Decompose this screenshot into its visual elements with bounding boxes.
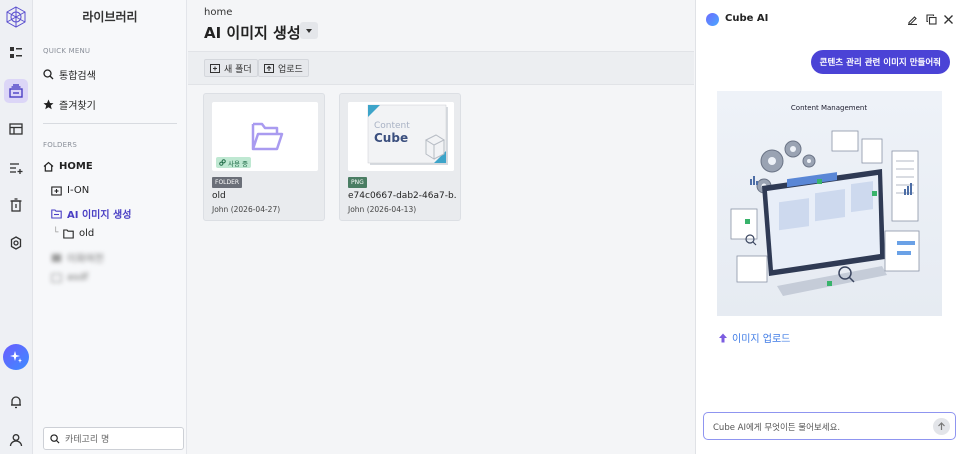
edit-icon[interactable] [906, 13, 919, 26]
folders-label: FOLDERS [43, 141, 77, 149]
image-thumbnail: Content Cube [348, 102, 454, 171]
card-owner: John [348, 205, 365, 214]
folder-icon [51, 273, 62, 282]
search-icon [43, 69, 54, 80]
page-title: AI 이미지 생성 [204, 24, 301, 42]
caret-down-icon [306, 28, 312, 33]
folder-icon [51, 253, 62, 262]
folder-icon [63, 228, 74, 239]
sidebar-folder-old[interactable]: old [63, 228, 94, 239]
folder-open-icon [51, 208, 62, 219]
sidebar-item-label: old [79, 228, 95, 239]
content-cube-thumbnail: Content Cube [348, 102, 454, 171]
tree-branch-line: └ [53, 228, 59, 238]
playlist-add-icon[interactable] [4, 156, 28, 180]
new-folder-button[interactable]: 새 폴더 [204, 59, 258, 77]
user-message: 콘텐츠 관리 관련 이미지 만들어줘 [810, 50, 950, 74]
arrow-up-icon [938, 422, 945, 430]
card-owner: John [212, 205, 229, 214]
cube-ai-panel: Cube AI 콘텐츠 관리 관련 이미지 만들어줘 Content Manag… [695, 0, 966, 454]
sidebar-item-label: 이화여전 [67, 254, 104, 265]
ai-sparkle-icon[interactable] [3, 344, 29, 370]
bell-icon[interactable] [4, 390, 28, 414]
send-button[interactable] [933, 418, 950, 435]
sidebar-divider [43, 123, 177, 124]
table-icon[interactable] [4, 117, 28, 141]
sidebar-item-label: 통합검색 [59, 71, 96, 82]
folder-icon [51, 185, 62, 196]
search-placeholder: 카테고리 명 [65, 435, 110, 445]
sidebar-item-favorites[interactable]: 즐겨찾기 [43, 97, 96, 112]
list-menu-icon[interactable] [4, 41, 28, 65]
card-meta: John (2026-04-27) [212, 205, 280, 214]
card-name: old [212, 191, 226, 201]
card-name: e74c0667-dab2-46a7-b… [348, 191, 456, 201]
library-icon[interactable] [4, 79, 28, 103]
card-date: (2026-04-27) [230, 205, 281, 214]
sidebar-item-label: AI 이미지 생성 [67, 210, 132, 221]
copy-icon[interactable] [925, 13, 938, 26]
sidebar-item-label: asdf [67, 272, 89, 283]
sidebar-item-label: 즐겨찾기 [59, 101, 96, 112]
svg-text:Cube: Cube [374, 131, 408, 145]
logo-icon [3, 4, 29, 30]
generated-image[interactable]: Content Management [717, 91, 942, 316]
svg-text:Content: Content [374, 121, 410, 131]
cube-ai-logo-icon [706, 13, 719, 26]
upload-image-icon [719, 333, 727, 342]
close-icon[interactable] [942, 13, 955, 26]
folder-thumbnail: 사용 중 [212, 102, 318, 171]
image-card[interactable]: Content Cube PNG e74c0667-dab2-46a7-b… J… [339, 93, 461, 221]
upload-link-label: 이미지 업로드 [732, 334, 791, 345]
sidebar-item-label: I-ON [67, 185, 90, 196]
type-badge: FOLDER [212, 177, 243, 188]
quick-menu-label: QUICK MENU [43, 47, 91, 55]
sidebar-folder-ion[interactable]: I-ON [51, 185, 89, 196]
chat-header: Cube AI [696, 0, 966, 38]
sidebar-item-home[interactable]: HOME [43, 161, 93, 172]
content-management-illustration: Content Management [730, 104, 920, 296]
title-dropdown-button[interactable] [300, 22, 318, 39]
chat-input-placeholder: Cube AI에게 무엇이든 물어보세요. [713, 423, 841, 433]
sidebar-item-label: HOME [59, 161, 93, 172]
sidebar-item-search[interactable]: 통합검색 [43, 67, 96, 82]
upload-icon [264, 63, 274, 73]
sidebar-folder-blurred-2[interactable]: asdf [51, 272, 88, 283]
category-search-input[interactable]: 카테고리 명 [43, 427, 184, 450]
link-icon [219, 159, 226, 166]
card-date: (2026-04-13) [366, 205, 417, 214]
chat-title: Cube AI [725, 13, 769, 24]
image-caption: Content Management [791, 104, 867, 112]
image-upload-link[interactable]: 이미지 업로드 [718, 330, 790, 345]
trash-icon[interactable] [4, 193, 28, 217]
upload-button[interactable]: 업로드 [258, 59, 309, 77]
type-badge: PNG [348, 177, 367, 188]
settings-icon[interactable] [4, 231, 28, 255]
folder-card[interactable]: 사용 중 FOLDER old John (2026-04-27) [203, 93, 325, 221]
main-content: home AI 이미지 생성 새 폴더 업로드 사용 중 FOLDER old … [188, 0, 694, 454]
user-icon[interactable] [4, 428, 28, 452]
search-icon [50, 433, 60, 444]
new-folder-label: 새 폴더 [224, 64, 252, 75]
toolbar: 새 폴더 업로드 [188, 51, 694, 85]
library-sidebar: 라이브러리 QUICK MENU 통합검색 즐겨찾기 FOLDERS HOME … [33, 0, 187, 454]
in-use-badge: 사용 중 [216, 157, 252, 168]
sidebar-folder-blurred-1[interactable]: 이화여전 [51, 250, 104, 265]
breadcrumb[interactable]: home [204, 7, 232, 18]
sidebar-title: 라이브러리 [82, 10, 138, 24]
card-meta: John (2026-04-13) [348, 205, 416, 214]
chat-input[interactable]: Cube AI에게 무엇이든 물어보세요. [703, 412, 956, 440]
star-icon [43, 99, 54, 110]
home-icon [43, 161, 54, 172]
upload-label: 업로드 [278, 64, 303, 75]
folder-plus-icon [210, 63, 220, 73]
icon-rail [0, 0, 33, 454]
sidebar-folder-ai-image[interactable]: AI 이미지 생성 [51, 206, 131, 221]
in-use-label: 사용 중 [228, 159, 249, 168]
